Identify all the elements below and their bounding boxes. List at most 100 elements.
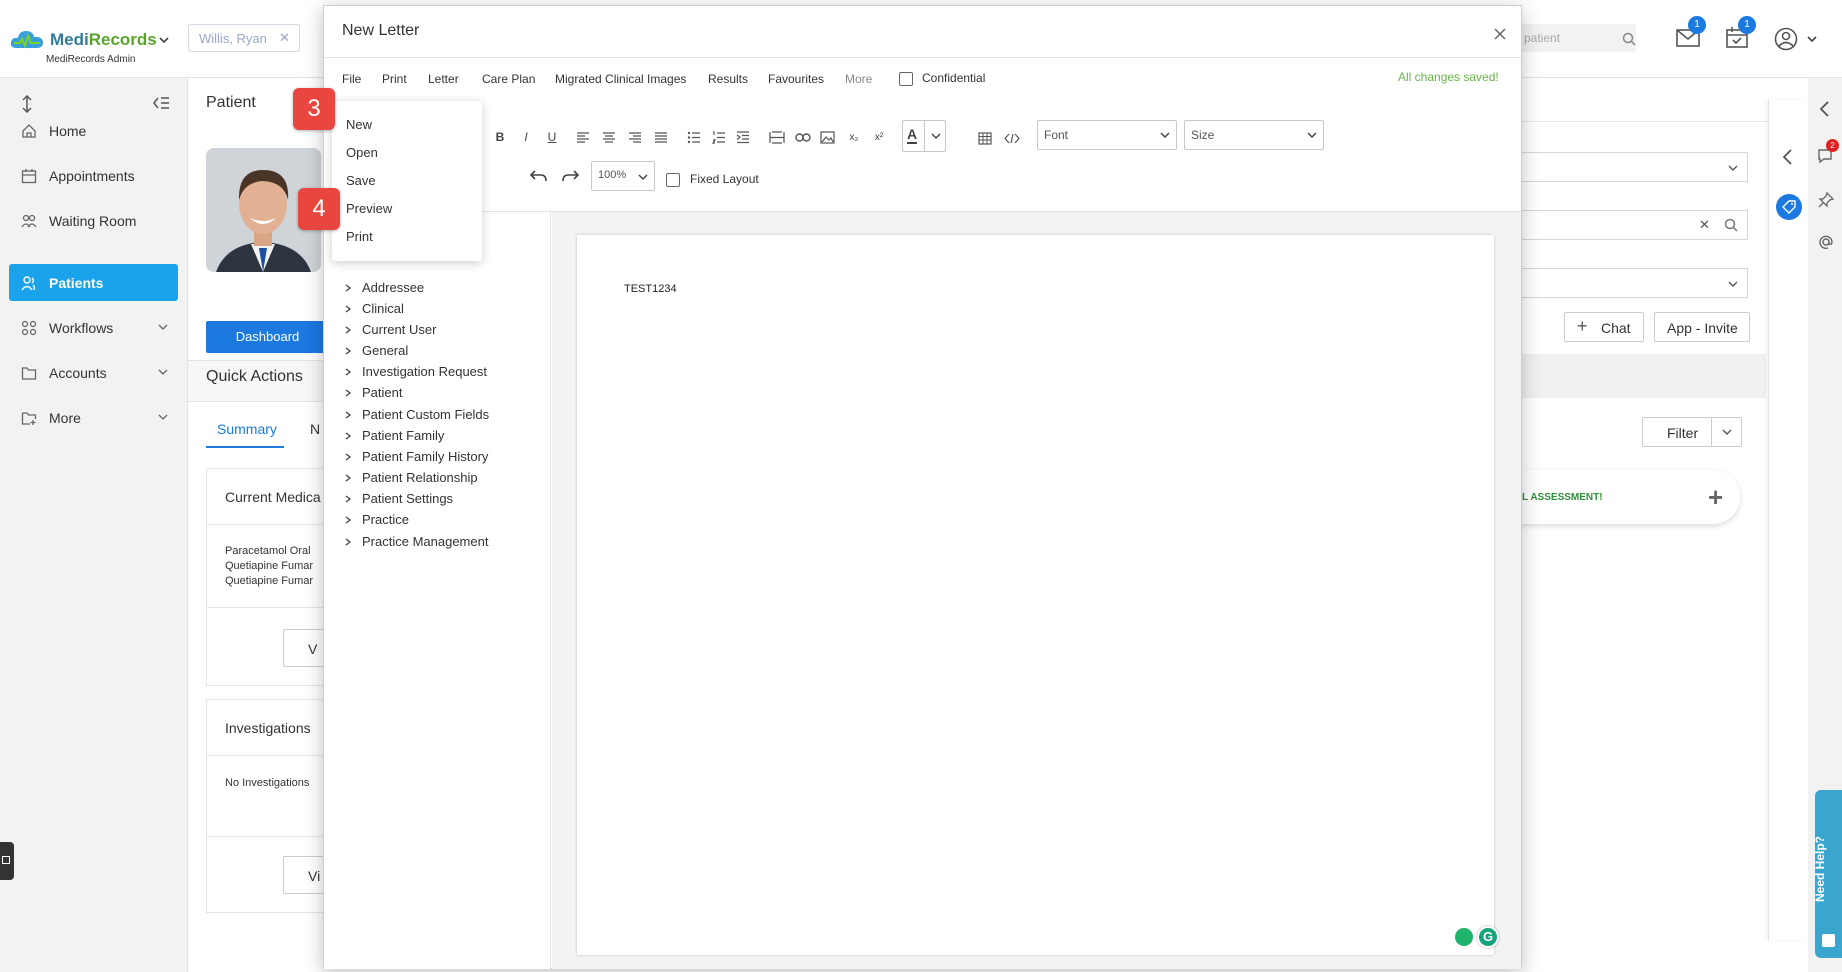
file-menu-print[interactable]: Print [346,229,373,244]
bold-button[interactable]: B [489,126,511,148]
search-icon[interactable] [1622,32,1636,46]
view-medications-button[interactable]: V [283,629,325,667]
field-group-patient-settings[interactable]: Patient Settings [344,491,453,506]
link-icon[interactable] [795,132,811,143]
filter-button[interactable]: Filter [1642,417,1742,447]
menu-print[interactable]: Print [382,72,407,86]
assist-bulb-icon[interactable] [1455,928,1473,946]
grammarly-icon[interactable]: G [1477,926,1499,948]
subscript-button[interactable]: x₂ [843,126,865,148]
tab-summary[interactable]: Summary [206,418,284,448]
sidebar-item-workflows[interactable]: Workflows [9,309,178,346]
sidebar-item-waiting-room[interactable]: Waiting Room [9,202,178,239]
numbered-list-icon[interactable] [712,131,726,144]
menu-favourites[interactable]: Favourites [768,72,824,86]
zoom-select[interactable]: 100% [591,161,655,191]
menu-care-plan[interactable]: Care Plan [482,72,535,86]
field-group-patient[interactable]: Patient [344,385,402,400]
field-group-patient-family[interactable]: Patient Family [344,428,444,443]
italic-button[interactable]: I [515,126,537,148]
right-dropdown-1[interactable] [1520,152,1748,182]
redo-icon[interactable] [560,166,580,186]
field-group-current-user[interactable]: Current User [344,322,436,337]
field-group-investigation-request[interactable]: Investigation Request [344,364,487,379]
sidebar-item-appointments[interactable]: Appointments [9,157,178,194]
size-select[interactable]: Size [1184,120,1324,150]
table-icon[interactable] [978,132,992,145]
search-icon[interactable] [1724,218,1738,232]
menu-file[interactable]: File [342,72,361,86]
undo-icon[interactable] [529,166,549,186]
chevron-down-icon[interactable] [158,412,168,422]
need-help-tab[interactable]: Need Help? [1813,790,1842,958]
at-sign-icon[interactable] [1818,234,1834,250]
file-menu-new[interactable]: New [346,117,372,132]
tag-button[interactable] [1776,194,1802,220]
app-invite-button[interactable]: App - Invite [1654,312,1750,342]
menu-migrated-clinical-images[interactable]: Migrated Clinical Images [555,72,686,86]
field-group-addressee[interactable]: Addressee [344,280,424,295]
confidential-checkbox[interactable] [899,72,913,86]
sidebar-item-accounts[interactable]: Accounts [9,354,178,391]
field-group-practice[interactable]: Practice [344,512,409,527]
chevron-down-icon[interactable] [158,367,168,377]
field-group-general[interactable]: General [344,343,408,358]
field-group-clinical[interactable]: Clinical [344,301,404,316]
chevron-down-icon[interactable] [1806,33,1818,45]
close-icon[interactable] [1492,26,1508,42]
chevron-left-icon[interactable] [1818,100,1832,118]
menu-results[interactable]: Results [708,72,748,86]
align-left-icon[interactable] [576,132,590,144]
user-avatar-icon[interactable] [1774,27,1798,51]
field-group-patient-custom-fields[interactable]: Patient Custom Fields [344,407,489,422]
field-group-practice-management[interactable]: Practice Management [344,534,488,549]
source-code-icon[interactable] [1004,133,1020,144]
sidebar-item-home[interactable]: Home [9,112,178,149]
menu-more[interactable]: More [845,72,872,86]
view-investigations-button[interactable]: Vi [283,856,325,894]
patient-chip[interactable]: Willis, Ryan ✕ [188,24,300,52]
patient-search-input[interactable]: patient [1512,24,1636,52]
pin-icon[interactable] [1818,192,1834,208]
file-menu-open[interactable]: Open [346,145,378,160]
clear-icon[interactable]: ✕ [1699,217,1710,233]
field-group-patient-family-history[interactable]: Patient Family History [344,449,488,464]
dashboard-button[interactable]: Dashboard [206,321,329,353]
plus-icon[interactable]: + [1708,482,1723,513]
fixed-layout-checkbox[interactable] [666,173,680,187]
chevron-down-icon[interactable] [158,34,170,46]
font-color-button: A [907,126,918,144]
image-icon[interactable] [820,131,835,144]
align-right-icon[interactable] [628,132,642,144]
page-break-icon[interactable] [769,131,785,144]
chevron-down-icon[interactable] [1721,427,1733,437]
superscript-button[interactable]: x² [868,126,890,148]
field-group-label: Patient Family [362,428,445,443]
field-group-patient-relationship[interactable]: Patient Relationship [344,470,478,485]
font-color-picker[interactable]: A [902,120,946,152]
underline-button[interactable]: U [541,126,563,148]
file-menu-preview[interactable]: Preview [346,201,392,216]
bullet-list-icon[interactable] [687,131,701,144]
document-page[interactable]: TEST1234 [577,235,1494,955]
chevron-down-icon[interactable] [158,322,168,332]
chevron-left-icon[interactable] [1781,148,1795,166]
right-dropdown-2[interactable] [1520,268,1748,298]
sidebar-item-more[interactable]: More [9,399,178,436]
document-text[interactable]: TEST1234 [624,283,677,295]
menu-letter[interactable]: Letter [428,72,459,86]
close-icon[interactable]: ✕ [279,30,290,46]
sidebar-item-patients[interactable]: Patients [9,264,178,301]
brand-logo[interactable]: MediRecords MediRecords Admin [10,24,170,70]
chat-button[interactable]: + Chat [1564,312,1644,342]
right-search-field[interactable]: ✕ [1520,210,1748,240]
align-justify-icon[interactable] [654,132,668,144]
font-select[interactable]: Font [1037,120,1177,150]
file-menu-save[interactable]: Save [346,173,376,188]
indent-icon[interactable] [736,131,750,144]
collapse-sidebar-icon[interactable] [152,95,170,111]
align-center-icon[interactable] [602,132,616,144]
left-edge-tab[interactable] [0,842,14,880]
tab-next[interactable]: N [310,421,320,437]
resize-vertical-icon[interactable] [20,95,34,113]
